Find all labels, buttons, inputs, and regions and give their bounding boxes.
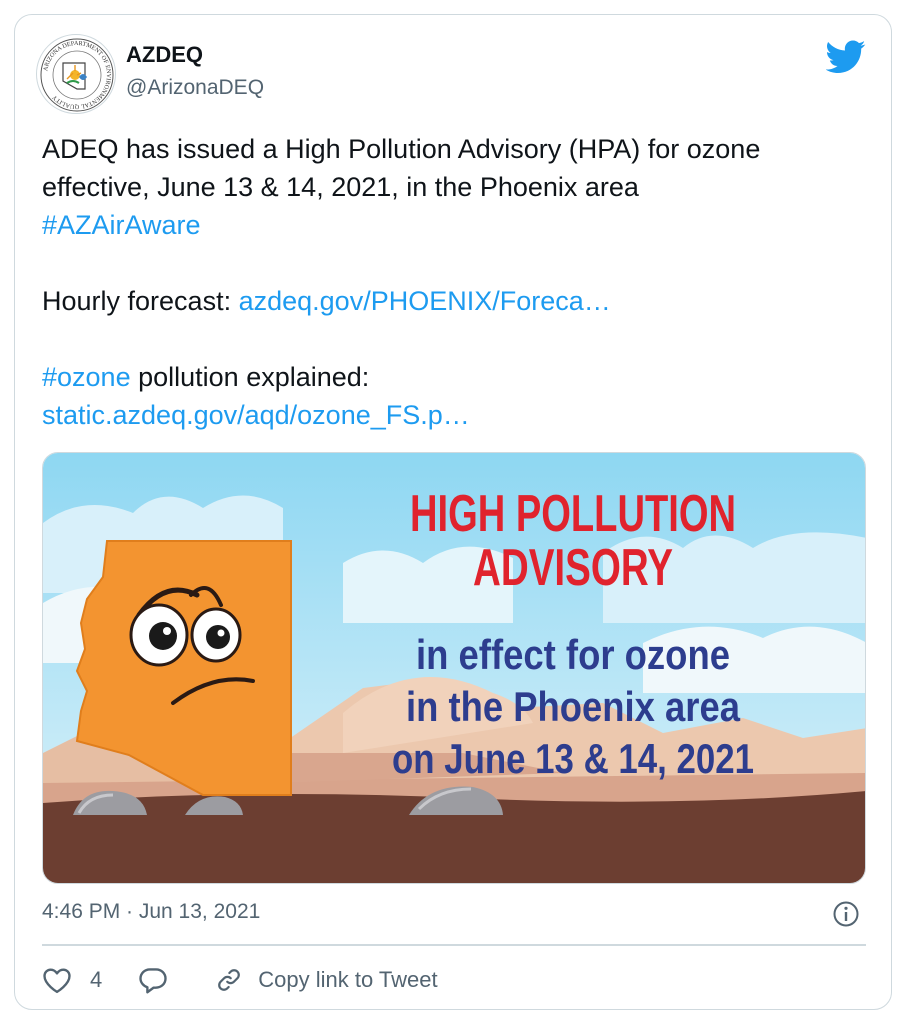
twitter-bird-icon[interactable] [825,40,866,79]
divider [42,944,866,946]
ozone-text: pollution explained: [138,362,370,392]
forecast-label: Hourly forecast: [42,286,232,316]
info-icon[interactable] [832,900,860,933]
reply-bubble-icon [139,968,167,994]
reply-button[interactable] [138,966,168,994]
copy-link-label: Copy link to Tweet [258,967,438,992]
azdeq-seal-logo: ARIZONA DEPARTMENT OF ENVIRONMENTAL QUAL… [40,38,114,112]
like-button[interactable]: 4 [42,966,138,994]
tweet-timestamp[interactable]: 4:46 PM · Jun 13, 2021 [42,900,260,924]
headline-line2: ADVISORY [473,539,673,597]
author-handle[interactable]: @ArizonaDEQ [126,76,264,100]
forecast-link[interactable]: azdeq.gov/PHOENIX/Foreca… [239,286,611,316]
like-count: 4 [90,967,103,992]
link-icon [218,969,241,991]
advisory-line1: in effect for ozone [416,631,730,678]
advisory-line3: on June 13 & 14, 2021 [392,735,754,782]
tweet-text: ADEQ has issued a High Pollution Advisor… [42,130,872,434]
avatar[interactable]: ARIZONA DEPARTMENT OF ENVIRONMENTAL QUAL… [36,34,116,114]
headline-line1: HIGH POLLUTION [410,485,736,543]
hashtag-ozone[interactable]: #ozone [42,362,131,392]
copy-link-button[interactable]: Copy link to Tweet [214,966,438,994]
ozone-link[interactable]: static.azdeq.gov/aqd/ozone_FS.p… [42,400,470,430]
hashtag-azairaware[interactable]: #AZAirAware [42,210,201,240]
heart-icon [43,968,71,994]
media-image[interactable]: HIGH POLLUTION ADVISORY in effect for oz… [42,452,866,884]
tweet-line1: ADEQ has issued a High Pollution Advisor… [42,134,761,202]
advisory-line2: in the Phoenix area [406,683,741,730]
action-bar: 4 Copy link to Tweet [42,962,438,998]
author-name[interactable]: AZDEQ [126,42,203,68]
